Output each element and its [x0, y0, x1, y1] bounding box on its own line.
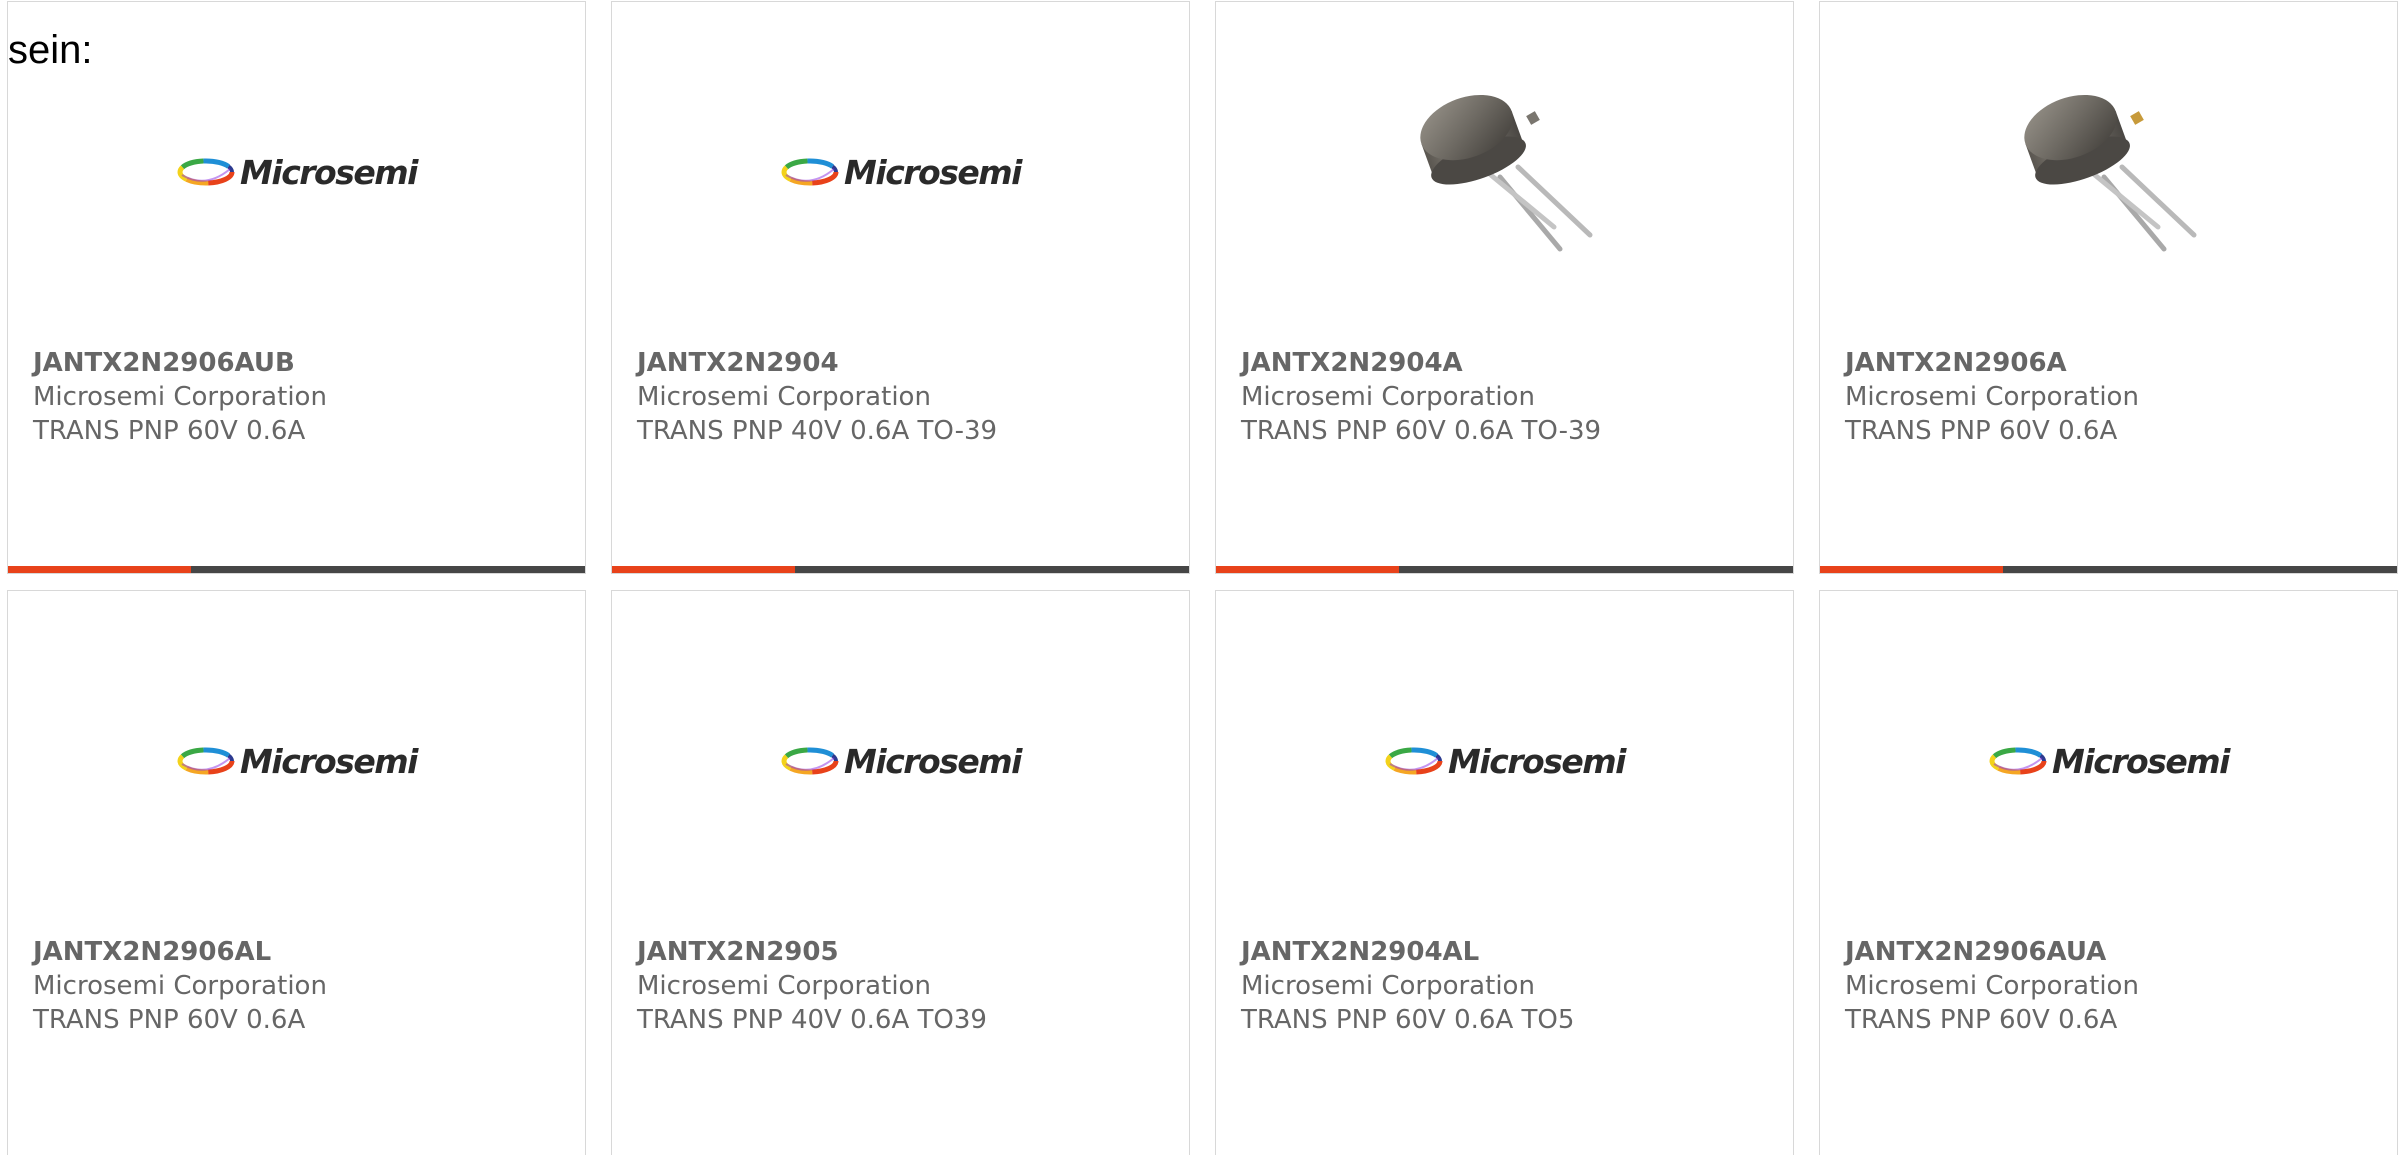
- card-text: JANTX2N2906AUB Microsemi Corporation TRA…: [33, 346, 565, 448]
- product-description: TRANS PNP 40V 0.6A TO39: [637, 1005, 987, 1035]
- part-number[interactable]: JANTX2N2906A: [1845, 346, 2377, 380]
- part-number[interactable]: JANTX2N2906AUA: [1845, 935, 2377, 969]
- manufacturer-name: Microsemi Corporation: [1845, 382, 2139, 412]
- product-description: TRANS PNP 40V 0.6A TO-39: [637, 416, 998, 446]
- card-accent-bar: [1820, 566, 2397, 573]
- part-number[interactable]: JANTX2N2904A: [1241, 346, 1773, 380]
- microsemi-logo-text: Microsemi: [240, 741, 418, 781]
- product-card-jantx2n2906a[interactable]: JANTX2N2906A Microsemi Corporation TRANS…: [1819, 1, 2398, 574]
- manufacturer-name: Microsemi Corporation: [1241, 971, 1535, 1001]
- microsemi-swirl-icon: [177, 158, 235, 186]
- card-image: [1820, 42, 2397, 302]
- card-accent-bar-highlight: [8, 566, 191, 573]
- part-number[interactable]: JANTX2N2904: [637, 346, 1169, 380]
- microsemi-logo: Microsemi: [176, 152, 418, 192]
- microsemi-logo: Microsemi: [780, 152, 1022, 192]
- card-accent-bar-base: [795, 566, 1189, 573]
- card-accent-bar-base: [1399, 566, 1793, 573]
- manufacturer-name: Microsemi Corporation: [1241, 382, 1535, 412]
- card-text: JANTX2N2906AUA Microsemi Corporation TRA…: [1845, 935, 2377, 1037]
- product-card-jantx2n2906aua[interactable]: Microsemi JANTX2N2906AUA Microsemi Corpo…: [1819, 590, 2398, 1155]
- card-image: Microsemi: [1820, 631, 2397, 891]
- part-number[interactable]: JANTX2N2906AL: [33, 935, 565, 969]
- microsemi-swirl-icon: [781, 158, 839, 186]
- part-number[interactable]: JANTX2N2905: [637, 935, 1169, 969]
- microsemi-swirl-icon: [1989, 747, 2047, 775]
- card-image: [1216, 42, 1793, 302]
- product-description: TRANS PNP 60V 0.6A: [1845, 1005, 2118, 1035]
- card-accent-bar: [612, 566, 1189, 573]
- product-card-jantx2n2904[interactable]: Microsemi JANTX2N2904 Microsemi Corporat…: [611, 1, 1190, 574]
- product-grid-page: Microsemi JANTX2N2906AUB Microsemi Corpo…: [0, 0, 2400, 1155]
- microsemi-logo-text: Microsemi: [240, 152, 418, 192]
- product-description: TRANS PNP 60V 0.6A: [1845, 416, 2118, 446]
- to39-transistor-photo: [1419, 94, 1592, 252]
- card-accent-bar-base: [2003, 566, 2397, 573]
- part-number[interactable]: JANTX2N2906AUB: [33, 346, 565, 380]
- product-card-jantx2n2906aub[interactable]: Microsemi JANTX2N2906AUB Microsemi Corpo…: [7, 1, 586, 574]
- card-image: Microsemi: [8, 631, 585, 891]
- card-accent-bar-highlight: [1216, 566, 1399, 573]
- product-description: TRANS PNP 60V 0.6A TO-39: [1241, 416, 1602, 446]
- card-text: JANTX2N2905 Microsemi Corporation TRANS …: [637, 935, 1169, 1037]
- product-card-jantx2n2905[interactable]: Microsemi JANTX2N2905 Microsemi Corporat…: [611, 590, 1190, 1155]
- microsemi-logo-text: Microsemi: [844, 741, 1022, 781]
- card-text: JANTX2N2904AL Microsemi Corporation TRAN…: [1241, 935, 1773, 1037]
- card-image: Microsemi: [8, 42, 585, 302]
- to39-transistor-photo-tab: [2023, 94, 2196, 252]
- card-text: JANTX2N2906AL Microsemi Corporation TRAN…: [33, 935, 565, 1037]
- card-image: Microsemi: [1216, 631, 1793, 891]
- microsemi-logo: Microsemi: [1384, 741, 1626, 781]
- manufacturer-name: Microsemi Corporation: [33, 971, 327, 1001]
- microsemi-swirl-icon: [781, 747, 839, 775]
- card-text: JANTX2N2904A Microsemi Corporation TRANS…: [1241, 346, 1773, 448]
- part-number[interactable]: JANTX2N2904AL: [1241, 935, 1773, 969]
- manufacturer-name: Microsemi Corporation: [637, 971, 931, 1001]
- product-description: TRANS PNP 60V 0.6A TO5: [1241, 1005, 1575, 1035]
- microsemi-logo-text: Microsemi: [844, 152, 1022, 192]
- microsemi-swirl-icon: [1385, 747, 1443, 775]
- microsemi-logo: Microsemi: [176, 741, 418, 781]
- microsemi-logo: Microsemi: [1988, 741, 2230, 781]
- product-description: TRANS PNP 60V 0.6A: [33, 1005, 306, 1035]
- card-accent-bar-highlight: [1820, 566, 2003, 573]
- card-accent-bar-highlight: [612, 566, 795, 573]
- microsemi-logo-text: Microsemi: [1448, 741, 1626, 781]
- product-description: TRANS PNP 60V 0.6A: [33, 416, 306, 446]
- card-image: Microsemi: [612, 631, 1189, 891]
- card-accent-bar: [1216, 566, 1793, 573]
- microsemi-logo-text: Microsemi: [2052, 741, 2230, 781]
- manufacturer-name: Microsemi Corporation: [33, 382, 327, 412]
- product-card-jantx2n2906al[interactable]: Microsemi JANTX2N2906AL Microsemi Corpor…: [7, 590, 586, 1155]
- product-grid: Microsemi JANTX2N2906AUB Microsemi Corpo…: [7, 1, 2398, 1155]
- manufacturer-name: Microsemi Corporation: [1845, 971, 2139, 1001]
- card-image: Microsemi: [612, 42, 1189, 302]
- manufacturer-name: Microsemi Corporation: [637, 382, 931, 412]
- card-accent-bar-base: [191, 566, 585, 573]
- microsemi-logo: Microsemi: [780, 741, 1022, 781]
- intro-text: sein:: [8, 28, 93, 72]
- microsemi-swirl-icon: [177, 747, 235, 775]
- product-card-jantx2n2904a[interactable]: JANTX2N2904A Microsemi Corporation TRANS…: [1215, 1, 1794, 574]
- product-card-jantx2n2904al[interactable]: Microsemi JANTX2N2904AL Microsemi Corpor…: [1215, 590, 1794, 1155]
- card-text: JANTX2N2904 Microsemi Corporation TRANS …: [637, 346, 1169, 448]
- card-text: JANTX2N2906A Microsemi Corporation TRANS…: [1845, 346, 2377, 448]
- card-accent-bar: [8, 566, 585, 573]
